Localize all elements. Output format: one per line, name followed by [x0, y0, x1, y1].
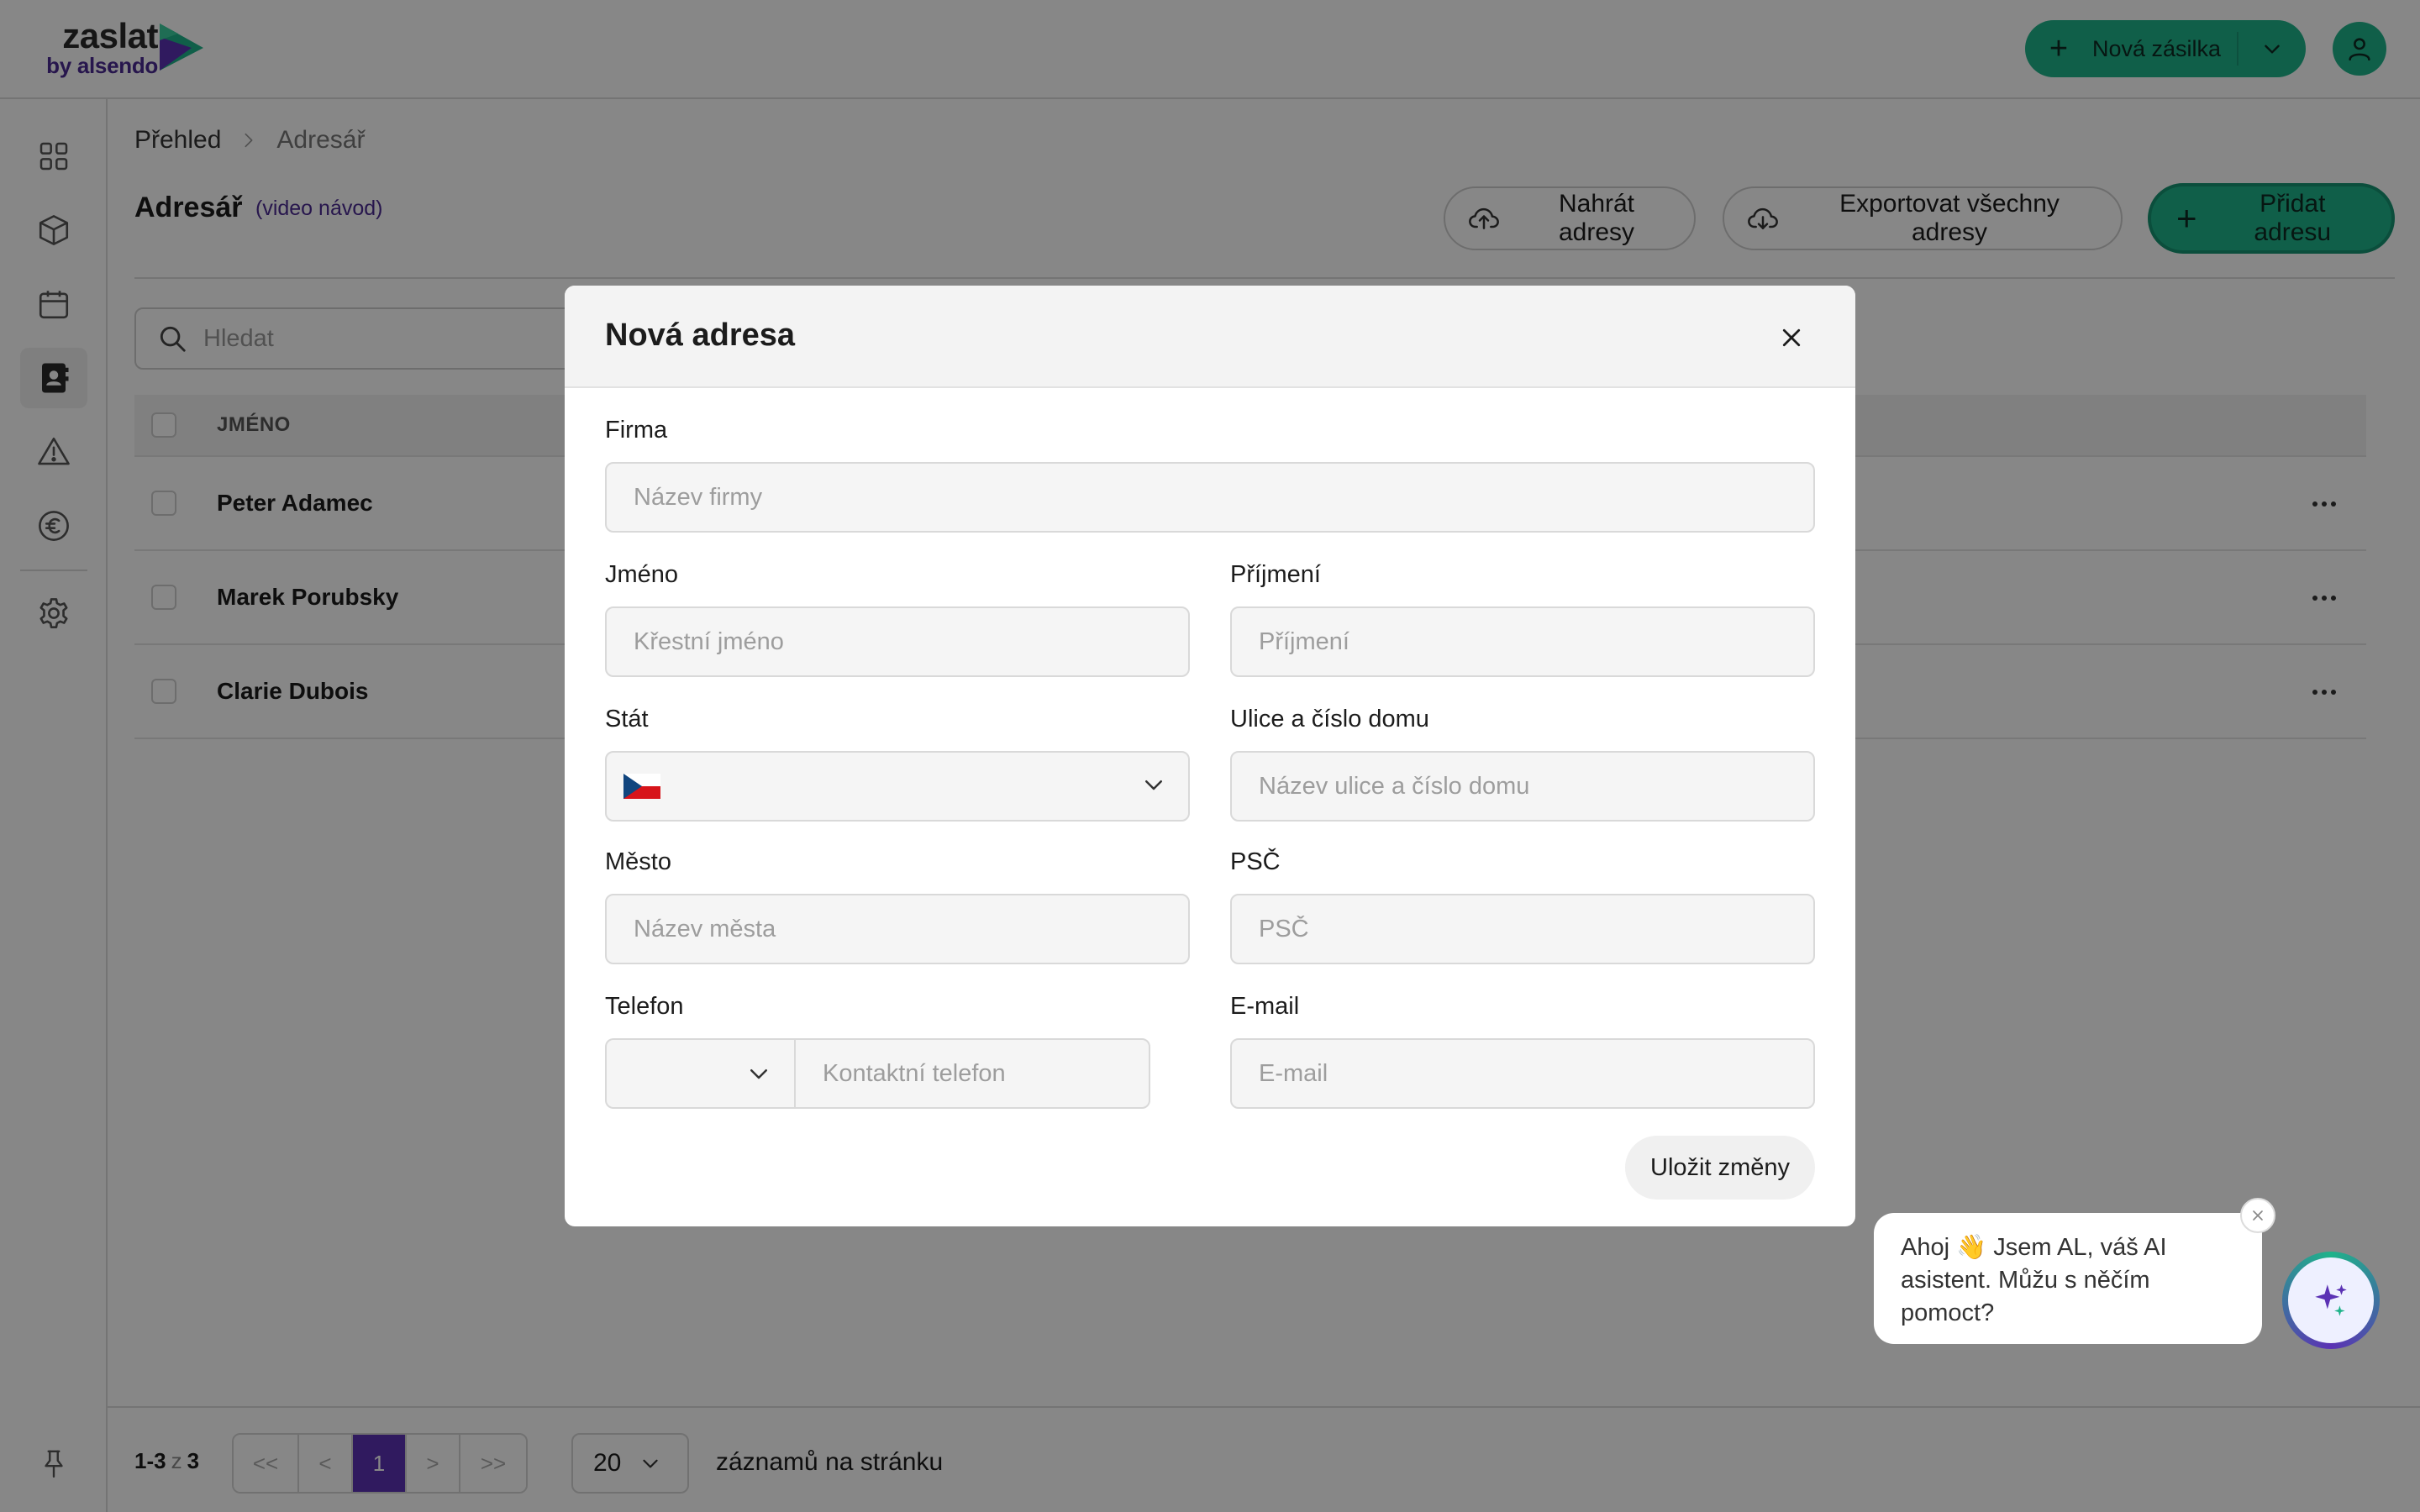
first-name-input[interactable] — [634, 627, 1188, 656]
phone-field[interactable] — [794, 1038, 1150, 1109]
phone-prefix-select[interactable] — [605, 1038, 795, 1109]
chevron-down-icon — [1141, 772, 1166, 801]
last-name-label: Příjmení — [1230, 561, 1321, 588]
email-input[interactable] — [1259, 1059, 1813, 1088]
company-field[interactable] — [605, 462, 1815, 533]
phone-label: Telefon — [605, 993, 684, 1020]
city-field[interactable] — [605, 894, 1190, 964]
street-label: Ulice a číslo domu — [1230, 706, 1429, 732]
sparkle-icon — [2288, 1257, 2374, 1343]
czech-flag-icon — [623, 774, 660, 799]
close-icon[interactable] — [1773, 319, 1810, 356]
email-field[interactable] — [1230, 1038, 1815, 1109]
zip-label: PSČ — [1230, 848, 1281, 875]
phone-input[interactable] — [823, 1059, 1149, 1088]
last-name-field[interactable] — [1230, 606, 1815, 677]
first-name-field[interactable] — [605, 606, 1190, 677]
dialog-header: Nová adresa — [565, 286, 1855, 388]
dialog-title: Nová adresa — [605, 318, 796, 353]
city-label: Město — [605, 848, 671, 875]
country-select[interactable] — [605, 751, 1190, 822]
last-name-input[interactable] — [1259, 627, 1813, 656]
company-label: Firma — [605, 417, 668, 444]
company-input[interactable] — [634, 483, 1813, 512]
zip-input[interactable] — [1259, 915, 1813, 943]
ai-assistant-message[interactable]: Ahoj 👋 Jsem AL, váš AI asistent. Můžu s … — [1874, 1213, 2262, 1344]
new-address-dialog: Nová adresa Firma Jméno Příjmení Stát Ul… — [565, 286, 1855, 1226]
chevron-down-icon — [750, 1069, 767, 1079]
email-label: E-mail — [1230, 993, 1300, 1020]
zip-field[interactable] — [1230, 894, 1815, 964]
close-icon[interactable] — [2240, 1198, 2275, 1233]
save-changes-button[interactable]: Uložit změny — [1625, 1136, 1815, 1200]
first-name-label: Jméno — [605, 561, 679, 588]
street-input[interactable] — [1259, 772, 1813, 801]
street-field[interactable] — [1230, 751, 1815, 822]
ai-assistant-button[interactable] — [2282, 1252, 2380, 1349]
country-label: Stát — [605, 706, 649, 732]
city-input[interactable] — [634, 915, 1188, 943]
